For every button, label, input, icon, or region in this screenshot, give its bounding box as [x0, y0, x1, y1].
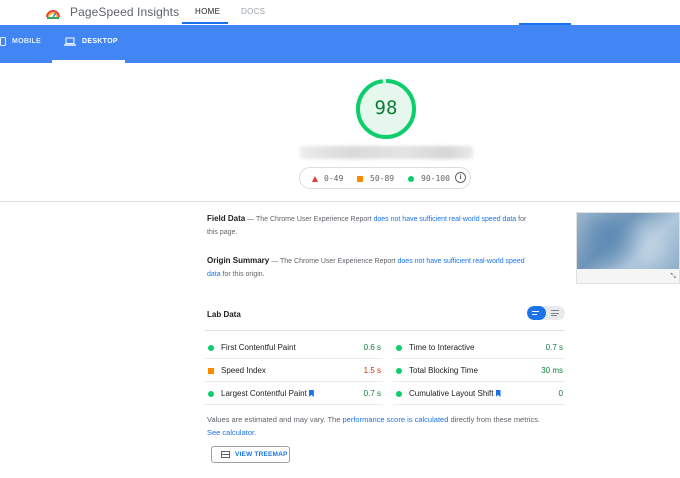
legend-average: 50-89	[357, 174, 394, 183]
see-calculator-link[interactable]: See calculator.	[207, 428, 256, 437]
metric-label-wrap: Largest Contentful Paint	[221, 389, 314, 398]
pass-circle-icon	[396, 391, 402, 397]
field-data-link[interactable]: does not have sufficient real-world spee…	[374, 216, 517, 223]
origin-summary-suffix: for this origin.	[220, 271, 265, 278]
legend-fail-range: 0-49	[324, 174, 344, 183]
tab-mobile-label: MOBILE	[12, 38, 42, 45]
info-icon[interactable]: i	[455, 172, 466, 183]
metric-first-contentful-paint: First Contentful Paint 0.6 s	[205, 336, 383, 359]
field-data-title: Field Data	[207, 214, 246, 223]
note-text-1: Values are estimated and may vary. The	[207, 415, 343, 424]
section-divider	[0, 201, 680, 202]
expand-icon[interactable]: ⤡	[670, 273, 676, 281]
tested-url-redacted	[300, 146, 473, 159]
origin-summary-title: Origin Summary	[207, 256, 270, 265]
metric-label: Speed Index	[221, 366, 266, 375]
tab-desktop[interactable]: DESKTOP	[64, 37, 118, 46]
top-header: PageSpeed Insights HOME DOCS	[0, 0, 680, 25]
metrics-top-rule	[205, 330, 565, 331]
nav-home-underline	[182, 22, 228, 24]
fail-triangle-icon	[312, 175, 318, 182]
view-treemap-button[interactable]: VIEW TREEMAP	[211, 446, 290, 463]
performance-score-value: 98	[374, 97, 398, 119]
screenshot-blurred-content	[587, 219, 667, 265]
metric-label-wrap: Cumulative Layout Shift	[409, 389, 501, 398]
metric-label: Largest Contentful Paint	[221, 389, 307, 398]
page-screenshot-thumbnail[interactable]: ⤡	[576, 212, 680, 284]
pagespeed-logo-icon[interactable]	[45, 5, 61, 21]
tab-mobile[interactable]: MOBILE	[0, 37, 41, 46]
legend-pass-range: 90-100	[421, 174, 450, 183]
metric-value: 0	[558, 389, 563, 398]
tab-desktop-indicator	[52, 60, 125, 63]
view-treemap-label: VIEW TREEMAP	[235, 451, 288, 458]
metric-value: 0.7 s	[363, 389, 381, 398]
metric-value: 0.7 s	[545, 343, 563, 352]
treemap-icon	[221, 451, 230, 458]
metric-cumulative-layout-shift: Cumulative Layout Shift 0	[393, 382, 565, 405]
metric-label: Time to Interactive	[409, 343, 475, 352]
field-data-prefix: — The Chrome User Experience Report	[245, 216, 374, 223]
metric-largest-contentful-paint: Largest Contentful Paint 0.7 s	[205, 382, 383, 405]
metric-label: Cumulative Layout Shift	[409, 389, 494, 398]
average-square-icon	[208, 368, 214, 374]
lab-data-title: Lab Data	[207, 310, 241, 319]
pass-circle-icon	[396, 345, 402, 351]
pass-circle-icon	[208, 391, 214, 397]
metric-total-blocking-time: Total Blocking Time 30 ms	[393, 359, 565, 382]
metrics-view-toggle[interactable]	[527, 306, 565, 320]
metric-speed-index: Speed Index 1.5 s	[205, 359, 383, 382]
laptop-icon	[64, 37, 76, 46]
brand-title[interactable]: PageSpeed Insights	[70, 5, 179, 19]
metric-value: 1.5 s	[363, 366, 381, 375]
metric-value: 30 ms	[541, 366, 563, 375]
device-tab-bar: MOBILE DESKTOP	[0, 25, 680, 63]
compact-view-icon[interactable]	[527, 306, 546, 320]
tab-desktop-label: DESKTOP	[82, 38, 118, 45]
pass-circle-icon	[408, 175, 414, 182]
pass-circle-icon	[208, 345, 214, 351]
origin-summary-prefix: — The Chrome User Experience Report	[269, 258, 398, 265]
pass-circle-icon	[396, 368, 402, 374]
note-text-2: directly from these metrics.	[448, 415, 541, 424]
nav-docs[interactable]: DOCS	[241, 7, 265, 16]
metric-label: First Contentful Paint	[221, 343, 296, 352]
origin-summary-section: Origin Summary — The Chrome User Experie…	[207, 254, 537, 281]
metric-time-to-interactive: Time to Interactive 0.7 s	[393, 336, 565, 359]
field-data-section: Field Data — The Chrome User Experience …	[207, 212, 537, 239]
performance-score-link[interactable]: performance score is calculated	[342, 415, 448, 424]
legend-average-range: 50-89	[370, 174, 395, 183]
web-vital-flag-icon	[308, 390, 314, 397]
score-legend: 0-49 50-89 90-100 i	[299, 167, 471, 189]
average-square-icon	[357, 175, 363, 182]
nav-home[interactable]: HOME	[195, 7, 220, 16]
web-vital-flag-icon	[495, 390, 501, 397]
lab-data-note: Values are estimated and may vary. The p…	[207, 413, 547, 439]
legend-pass: 90-100	[408, 174, 450, 183]
mobile-phone-icon	[0, 37, 6, 46]
metric-label: Total Blocking Time	[409, 366, 478, 375]
metric-value: 0.6 s	[363, 343, 381, 352]
legend-fail: 0-49	[312, 174, 343, 183]
